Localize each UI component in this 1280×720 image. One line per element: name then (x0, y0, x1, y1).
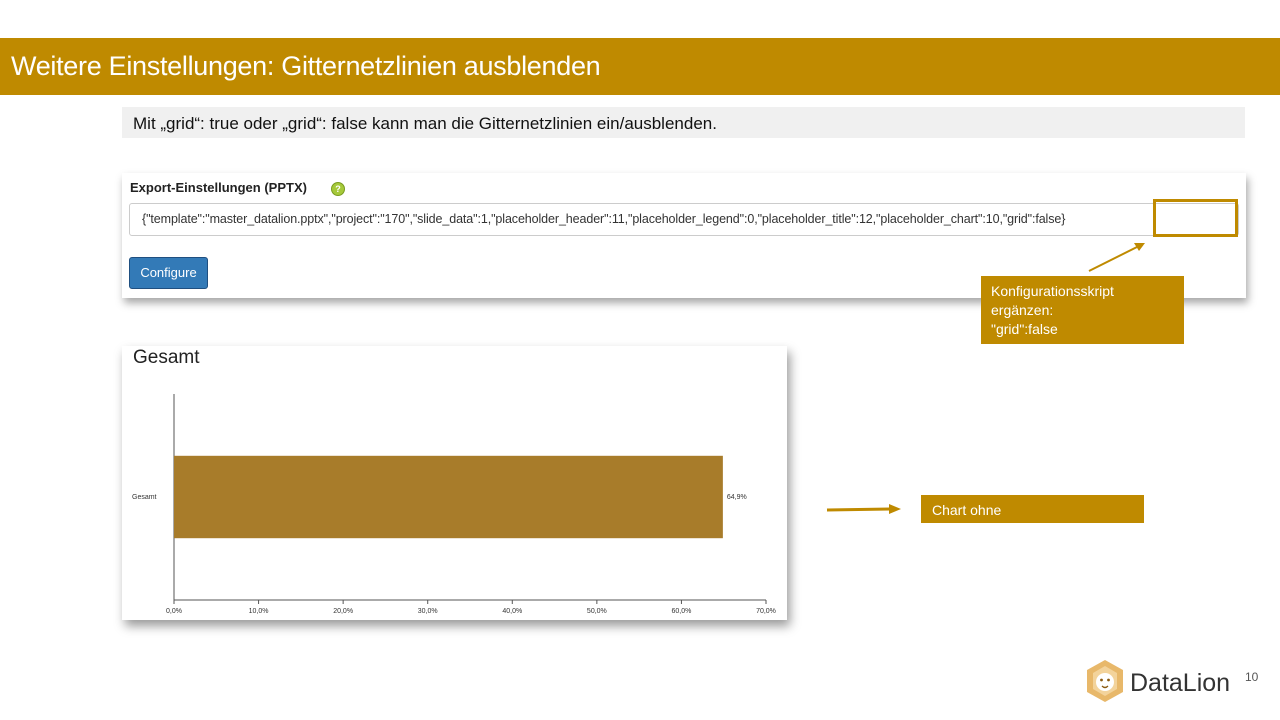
arrow-head-chart (889, 504, 901, 514)
arrow-line-script (1088, 246, 1138, 272)
data-label: 64,9% (727, 494, 747, 501)
arrow-line-chart (826, 507, 891, 512)
lion-icon (1087, 660, 1123, 702)
bar-chart: 0,0% 10,0% 20,0% 30,0% 40,0% 50,0% 60,0% 70,0% G… (132, 394, 776, 615)
x-tick-label: 20,0% (333, 608, 353, 615)
callout-script: Konfigurationsskript ergänzen: "grid":fa… (981, 276, 1184, 344)
callout-script-line-3: "grid":false (991, 321, 1058, 337)
page-number: 10 (1245, 670, 1259, 684)
chart-card: Gesamt 0,0% 10,0% 20,0% 30,0% 40,0% 50,0% 60,0… (122, 346, 787, 620)
bar (174, 455, 723, 539)
x-tick-label: 10,0% (249, 608, 269, 615)
callout-script-line-1: Konfigurationsskript (991, 283, 1114, 299)
x-tick-label: 60,0% (671, 608, 691, 615)
callout-chart-text: Chart ohne (932, 502, 1002, 518)
x-tick-label: 30,0% (418, 608, 438, 615)
x-tick-label: 0,0% (166, 608, 182, 615)
logo-text: DataLion (1130, 669, 1231, 697)
callout-script-line-2: ergänzen: (991, 302, 1054, 318)
x-tick-label: 70,0% (756, 608, 776, 615)
category-label: Gesamt (132, 494, 157, 501)
x-tick-label: 40,0% (502, 608, 522, 615)
x-tick-label: 50,0% (587, 608, 607, 615)
datalion-logo: DataLion (1084, 659, 1244, 705)
callout-chart: Chart ohne (921, 495, 1144, 523)
